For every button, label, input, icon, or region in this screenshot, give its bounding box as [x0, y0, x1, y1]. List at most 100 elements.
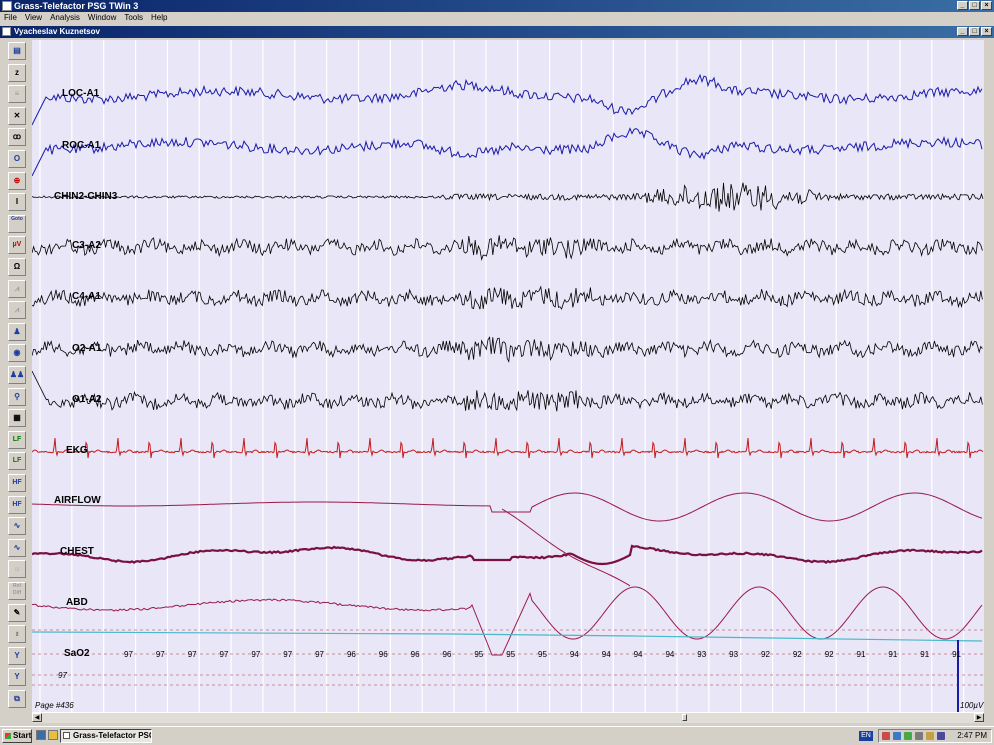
c3-a2-trace: [32, 235, 983, 261]
channel-label-c4-a1[interactable]: C4-A1: [72, 291, 101, 302]
cursor-icon[interactable]: I: [8, 193, 26, 212]
channel-label-loc-a1[interactable]: LOC-A1: [62, 88, 99, 99]
chin-emg-trace: [32, 182, 984, 212]
taskbar-app-label: Grass-Telefactor PSG ...: [73, 731, 151, 740]
menu-window[interactable]: Window: [84, 12, 120, 24]
zoom-z-icon[interactable]: z: [8, 63, 26, 82]
save-icon[interactable]: ▤: [8, 42, 26, 60]
child-minimize-button[interactable]: _: [957, 27, 968, 36]
horizontal-scrollbar[interactable]: ◀ ▶: [32, 712, 984, 723]
tray-icon-1[interactable]: [882, 732, 890, 740]
search-icon[interactable]: ⚲: [8, 387, 26, 406]
child-window-title: Vyacheslav Kuznetsov: [14, 27, 100, 36]
people-icon[interactable]: ♟♟: [8, 366, 26, 384]
scroll-left-arrow[interactable]: ◀: [32, 713, 42, 722]
menu-view[interactable]: View: [21, 12, 46, 24]
child-close-button[interactable]: ×: [981, 27, 992, 36]
channel-label-o2-a1[interactable]: O2-A1: [72, 343, 101, 354]
tray-icon-5[interactable]: [926, 732, 934, 740]
adjust2-icon[interactable]: Y: [8, 668, 26, 687]
print-icon[interactable]: ▦: [8, 409, 26, 428]
target-icon[interactable]: ⊕: [8, 171, 26, 190]
toolbar-button-lf-18[interactable]: LF: [8, 430, 26, 449]
sao2-value: 97: [124, 650, 133, 659]
tray-icon-3[interactable]: [904, 732, 912, 740]
menu-tools[interactable]: Tools: [120, 12, 147, 24]
vertical-scrollbar[interactable]: [984, 40, 994, 722]
sao2-value: 96: [378, 650, 388, 659]
scroll-thumb[interactable]: [682, 714, 687, 721]
channel-label-airflow[interactable]: AIRFLOW: [54, 495, 101, 506]
taskbar-app-button[interactable]: Grass-Telefactor PSG ...: [60, 729, 152, 743]
sine2-icon[interactable]: ∿: [8, 538, 26, 557]
child-maximize-button[interactable]: □: [969, 27, 980, 36]
toolbar-button-goto-8[interactable]: Goto: [8, 214, 26, 233]
hide-channel-icon[interactable]: ✕: [8, 106, 26, 125]
amplitude-scale: 100µV: [960, 701, 984, 710]
wave-icon[interactable]: ⩘: [8, 279, 26, 298]
close-button[interactable]: ×: [981, 1, 992, 10]
psg-traces-svg: [32, 40, 984, 712]
sao2-value: 92: [761, 650, 770, 659]
desktop-icon[interactable]: [36, 730, 46, 740]
channel-label-chin2-chin3[interactable]: CHIN2-CHIN3: [54, 191, 117, 202]
sine-icon[interactable]: ∿: [8, 517, 26, 536]
sao2-value: 95: [506, 650, 516, 659]
app-title: Grass-Telefactor PSG TWin 3: [14, 1, 139, 11]
channel-label-c3-a2[interactable]: C3-A2: [72, 240, 101, 251]
child-window-title-bar[interactable]: Vyacheslav Kuznetsov _ □ ×: [0, 26, 994, 38]
montage-icon[interactable]: ≡: [8, 85, 26, 104]
channel-label-abd[interactable]: ABD: [66, 597, 88, 608]
c4-a1-trace: [32, 285, 983, 310]
pen-icon[interactable]: ✎: [8, 603, 26, 622]
tray-icon-2[interactable]: [893, 732, 901, 740]
bulb-icon[interactable]: ☼: [8, 560, 26, 579]
channel-label-ekg[interactable]: EKG: [66, 445, 88, 456]
channel-label-sao2[interactable]: SaO2: [64, 648, 90, 659]
start-label: Start: [13, 731, 32, 740]
adjust-icon[interactable]: Y: [8, 646, 26, 665]
channel-label-roc-a1[interactable]: ROC-A1: [62, 140, 100, 151]
menu-bar: File View Analysis Window Tools Help: [0, 12, 994, 24]
sao2-value: 97: [219, 650, 229, 659]
channel-label-o1-a2[interactable]: O1-A2: [72, 394, 101, 405]
filter-icon[interactable]: ꝏ: [8, 128, 26, 147]
abd-trace: [32, 586, 983, 656]
psg-trace-area[interactable]: LOC-A1 ROC-A1 CHIN2-CHIN3 C3-A2 C4-A1 O2-A1 O1…: [32, 40, 984, 712]
sao2-level-line: [32, 631, 983, 642]
toolbar-button-hf-21[interactable]: HF: [8, 495, 26, 514]
sao2-value: 92: [824, 650, 834, 659]
minimize-button[interactable]: _: [957, 1, 968, 10]
sao2-value: 96: [442, 650, 452, 659]
toolbar-button-ref-diff-25[interactable]: Ref Diff: [8, 582, 26, 600]
language-indicator[interactable]: EN: [859, 731, 873, 741]
key-icon[interactable]: O: [8, 150, 26, 168]
toolbar-button-lf-19[interactable]: LF: [8, 452, 26, 471]
sao2-value: 94: [569, 650, 579, 659]
channel-label-chest[interactable]: CHEST: [60, 546, 94, 557]
chest-trace: [32, 544, 983, 566]
wave2-icon[interactable]: ⩘: [8, 301, 26, 320]
airflow-trace: [32, 492, 983, 522]
toolbar-button--v-9[interactable]: µV: [8, 236, 26, 255]
app-task-icon: [63, 732, 70, 739]
sao2-value: 94: [601, 650, 611, 659]
maximize-button[interactable]: □: [969, 1, 980, 10]
tray-icon-4[interactable]: [915, 732, 923, 740]
sao2-value: 94: [665, 650, 675, 659]
menu-analysis[interactable]: Analysis: [46, 12, 84, 24]
person-icon[interactable]: ♟: [8, 322, 26, 341]
explorer-icon[interactable]: [48, 730, 58, 740]
menu-help[interactable]: Help: [147, 12, 171, 24]
network-icon[interactable]: ⧉: [8, 690, 26, 708]
lightbulb-icon[interactable]: ♁: [8, 625, 26, 644]
scroll-right-arrow[interactable]: ▶: [974, 713, 984, 722]
toolbar-button-hf-20[interactable]: HF: [8, 474, 26, 492]
menu-file[interactable]: File: [0, 12, 21, 24]
impedance-icon[interactable]: Ω: [8, 258, 26, 276]
start-button[interactable]: Start: [2, 729, 32, 743]
record-icon[interactable]: ◉: [8, 344, 26, 363]
volume-icon[interactable]: [937, 732, 945, 740]
app-title-bar[interactable]: Grass-Telefactor PSG TWin 3 _ □ ×: [0, 0, 994, 12]
windows-logo-icon: [5, 733, 11, 739]
